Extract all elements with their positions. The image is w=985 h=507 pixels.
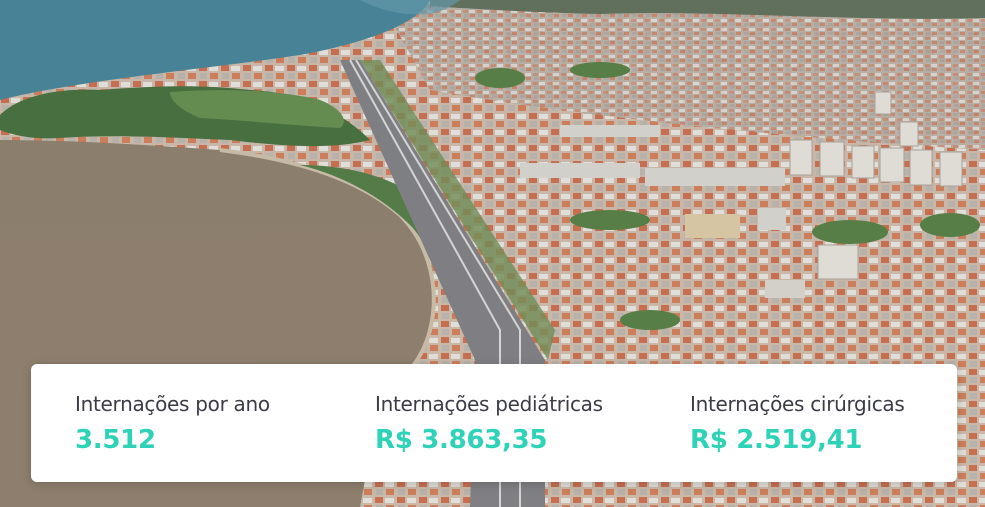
stats-card: Internações por ano 3.512 Internações pe…	[31, 364, 957, 482]
stat-label: Internações cirúrgicas	[690, 392, 905, 416]
stat-value: 3.512	[75, 425, 156, 455]
stat-internacoes-por-ano: Internações por ano 3.512	[75, 392, 270, 455]
stat-label: Internações por ano	[75, 392, 270, 416]
stat-value: R$ 3.863,35	[375, 425, 548, 455]
stat-label: Internações pediátricas	[375, 392, 603, 416]
stat-internacoes-pediatricas: Internações pediátricas R$ 3.863,35	[375, 392, 603, 455]
stat-value: R$ 2.519,41	[690, 425, 863, 455]
stat-internacoes-cirurgicas: Internações cirúrgicas R$ 2.519,41	[690, 392, 905, 455]
